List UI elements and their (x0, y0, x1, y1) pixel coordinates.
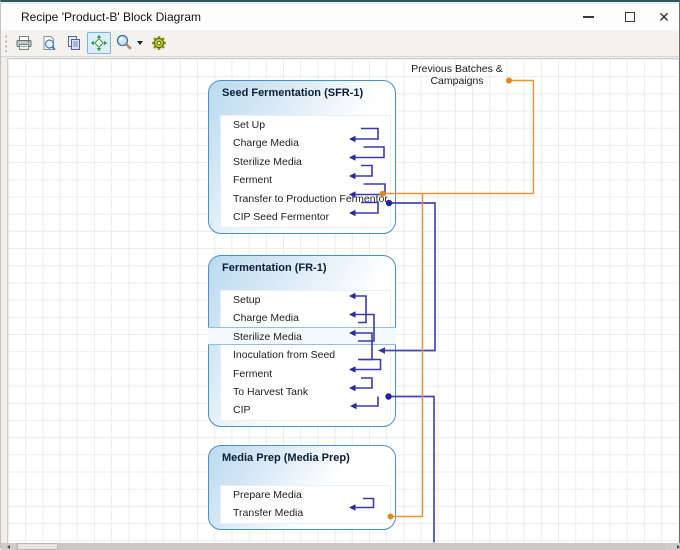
step-cip[interactable]: CIP (221, 401, 390, 419)
maximize-button[interactable] (613, 4, 647, 30)
step-prepare-media[interactable]: Prepare Media (221, 486, 390, 504)
copy-button[interactable] (62, 32, 86, 54)
block-title: Seed Fermentation (SFR-1) (222, 87, 363, 99)
scroll-left-button[interactable] (1, 543, 16, 550)
copy-icon (65, 34, 83, 52)
step-charge-media[interactable]: Charge Media (221, 309, 390, 327)
block-title: Fermentation (FR-1) (222, 262, 327, 274)
block-panel: Set Up Charge Media Sterilize Media Ferm… (220, 115, 391, 228)
step-to-harvest-tank[interactable]: To Harvest Tank (221, 383, 390, 401)
zoom-icon (115, 34, 133, 52)
scroll-right-button[interactable] (665, 543, 680, 550)
step-transfer-media[interactable]: Transfer Media (221, 504, 390, 522)
block-panel: Setup Charge Media Sterilize Media Inocu… (220, 290, 391, 421)
step-charge-media[interactable]: Charge Media (221, 134, 390, 152)
step-ferment[interactable]: Ferment (221, 365, 390, 383)
settings-button[interactable] (147, 32, 171, 54)
toolbar (1, 30, 679, 57)
step-cip-seed-fermentor[interactable]: CIP Seed Fermentor (221, 208, 390, 226)
horizontal-scrollbar[interactable] (1, 543, 680, 550)
step-ferment[interactable]: Ferment (221, 171, 390, 189)
zoom-dropdown-caret[interactable] (137, 41, 143, 45)
fit-to-window-icon (90, 34, 108, 52)
block-panel: Prepare Media Transfer Media (220, 485, 391, 524)
close-button[interactable]: ✕ (647, 4, 680, 30)
minimize-icon (583, 16, 594, 18)
block-title: Media Prep (Media Prep) (222, 452, 350, 464)
fit-to-window-button[interactable] (87, 32, 111, 54)
window-title: Recipe 'Product-B' Block Diagram (21, 10, 201, 24)
close-icon: ✕ (658, 10, 670, 24)
maximize-icon (625, 12, 635, 22)
zoom-button[interactable] (112, 32, 136, 54)
block-media-prep[interactable]: Media Prep (Media Prep) Prepare Media Tr… (208, 445, 396, 530)
minimize-button[interactable] (571, 4, 605, 30)
annotation-previous-batches[interactable]: Previous Batches & Campaigns (397, 64, 517, 87)
step-inoculation-from-seed[interactable]: Inoculation from Seed (221, 346, 390, 364)
step-transfer-to-production-fermentor[interactable]: Transfer to Production Fermentor (221, 190, 390, 208)
step-sterilize-media[interactable]: Sterilize Media (221, 153, 390, 171)
print-icon (15, 34, 33, 52)
step-sterilize-media-selected[interactable]: Sterilize Media (221, 328, 390, 346)
step-set-up[interactable]: Set Up (221, 116, 390, 134)
toolbar-grip[interactable] (4, 34, 8, 52)
scrollbar-thumb[interactable] (17, 543, 58, 550)
title-bar[interactable]: Recipe 'Product-B' Block Diagram ✕ (1, 4, 679, 30)
print-preview-icon (40, 34, 58, 52)
annotation-line2: Campaigns (397, 76, 517, 88)
step-setup[interactable]: Setup (221, 291, 390, 309)
print-button[interactable] (12, 32, 36, 54)
print-preview-button[interactable] (37, 32, 61, 54)
gear-icon (150, 34, 168, 52)
block-fermentation[interactable]: Fermentation (FR-1) Setup Charge Media S… (208, 255, 396, 427)
block-seed-fermentation[interactable]: Seed Fermentation (SFR-1) Set Up Charge … (208, 80, 396, 234)
annotation-line1: Previous Batches & (397, 64, 517, 76)
